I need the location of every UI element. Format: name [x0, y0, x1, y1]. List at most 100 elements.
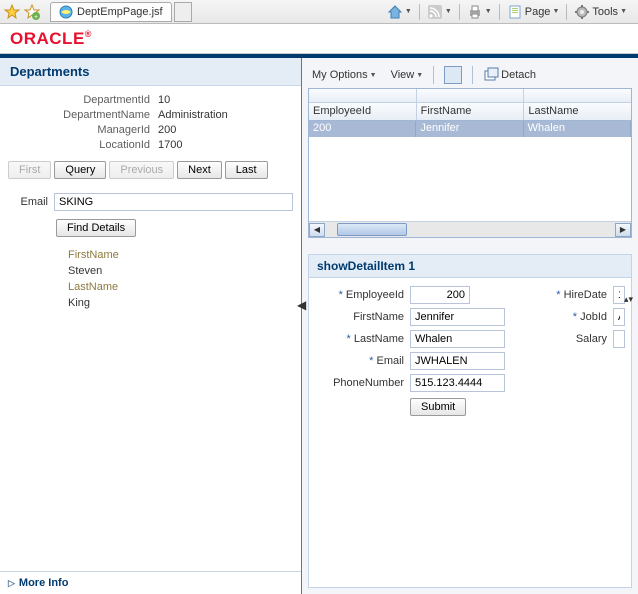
- table-toolbar: My Options ▼ View ▼ Detach: [308, 64, 632, 86]
- location-id-label: LocationId: [8, 139, 158, 151]
- print-button[interactable]: ▼: [464, 4, 495, 20]
- dept-id-value: 10: [158, 94, 293, 106]
- query-button[interactable]: Query: [54, 161, 106, 179]
- emp-id-label: EmployeeId: [346, 289, 404, 301]
- browser-toolbar: + DeptEmpPage.jsf ▼ ▼ ▼ Page ▼: [0, 0, 638, 24]
- manager-id-value: 200: [158, 124, 293, 136]
- grid-action-icon: [444, 66, 462, 84]
- more-info-label: More Info: [19, 577, 69, 589]
- tab-strip: DeptEmpPage.jsf: [44, 0, 380, 23]
- chevron-down-icon: ▼: [485, 8, 492, 15]
- employees-panel: ◀ My Options ▼ View ▼ Detach: [302, 58, 638, 594]
- last-name-label: LastName: [68, 279, 293, 295]
- departments-panel: Departments DepartmentId 10 DepartmentNa…: [0, 58, 302, 594]
- detach-button[interactable]: Detach: [479, 65, 540, 85]
- app-header: ORACLE® C: [0, 24, 638, 54]
- scroll-thumb[interactable]: [337, 223, 407, 236]
- table-header: EmployeeId FirstName LastName: [309, 103, 631, 121]
- previous-button[interactable]: Previous: [109, 161, 174, 179]
- submit-button[interactable]: Submit: [410, 398, 466, 416]
- manager-id-label: ManagerId: [8, 124, 158, 136]
- chevron-down-icon: ▼: [405, 8, 412, 15]
- col-last-name[interactable]: LastName: [524, 103, 631, 120]
- table-row[interactable]: 200 Jennifer Whalen: [309, 121, 631, 137]
- email-input[interactable]: [54, 193, 293, 211]
- main-content: Departments DepartmentId 10 DepartmentNa…: [0, 54, 638, 594]
- add-favorite-icon[interactable]: +: [24, 4, 40, 20]
- location-id-value: 1700: [158, 139, 293, 151]
- last-name-input[interactable]: [410, 330, 505, 348]
- dept-name-label: DepartmentName: [8, 109, 158, 121]
- detach-icon: [483, 67, 499, 83]
- nav-buttons: First Query Previous Next Last: [8, 161, 293, 179]
- first-name-value: Steven: [68, 263, 293, 279]
- phone-input[interactable]: [410, 374, 505, 392]
- first-name-label: FirstName: [68, 247, 293, 263]
- tab-title: DeptEmpPage.jsf: [77, 6, 163, 18]
- dept-name-value: Administration: [158, 109, 293, 121]
- last-button[interactable]: Last: [225, 161, 268, 179]
- found-details: FirstName Steven LastName King: [8, 247, 293, 311]
- cell-first-name: Jennifer: [416, 121, 523, 137]
- cell-last-name: Whalen: [524, 121, 631, 137]
- hire-date-label: HireDate: [564, 289, 607, 301]
- splitter-handle-icon[interactable]: ◀: [297, 298, 306, 312]
- favorite-star-icon[interactable]: [4, 4, 20, 20]
- email-form-input[interactable]: [410, 352, 505, 370]
- employees-table[interactable]: EmployeeId FirstName LastName 200 Jennif…: [308, 88, 632, 238]
- refresh-button[interactable]: [440, 64, 466, 86]
- next-button[interactable]: Next: [177, 161, 222, 179]
- chevron-down-icon: ▼: [370, 72, 377, 79]
- browser-tools: ▼ ▼ ▼ Page ▼ Tools ▼: [384, 4, 634, 20]
- first-name-form-label: FirstName: [353, 311, 404, 323]
- svg-text:+: +: [34, 14, 38, 20]
- tools-menu-label: Tools: [592, 6, 618, 18]
- job-id-label: JobId: [580, 311, 607, 323]
- find-details-button[interactable]: Find Details: [56, 219, 136, 237]
- my-options-menu[interactable]: My Options ▼: [308, 67, 381, 83]
- first-button[interactable]: First: [8, 161, 51, 179]
- col-first-name[interactable]: FirstName: [417, 103, 525, 120]
- salary-label: Salary: [576, 333, 607, 345]
- view-menu[interactable]: View ▼: [387, 67, 428, 83]
- disclosure-icon: ▷: [8, 578, 15, 589]
- departments-body: DepartmentId 10 DepartmentName Administr…: [0, 86, 301, 571]
- last-name-value: King: [68, 295, 293, 311]
- chevron-down-icon: ▼: [445, 8, 452, 15]
- last-name-form-label: LastName: [354, 333, 404, 345]
- job-id-input[interactable]: [613, 308, 625, 326]
- new-tab-button[interactable]: [174, 2, 192, 22]
- scroll-right-icon[interactable]: ▶: [615, 223, 631, 237]
- col-emp-id[interactable]: EmployeeId: [309, 103, 417, 120]
- employee-form: * EmployeeId * HireDate FirstName * JobI…: [308, 278, 632, 588]
- browser-tab[interactable]: DeptEmpPage.jsf: [50, 2, 172, 22]
- first-name-input[interactable]: [410, 308, 505, 326]
- departments-title: Departments: [0, 58, 301, 86]
- ie-page-icon: [59, 5, 73, 19]
- chevron-down-icon: ▼: [552, 8, 559, 15]
- salary-input[interactable]: [613, 330, 625, 348]
- feeds-button[interactable]: ▼: [424, 4, 455, 20]
- tools-menu[interactable]: Tools ▼: [571, 4, 630, 20]
- collapse-handle-icon[interactable]: ▴▾: [624, 294, 636, 306]
- home-button[interactable]: ▼: [384, 4, 415, 20]
- page-menu-label: Page: [525, 6, 551, 18]
- horizontal-scrollbar[interactable]: ◀ ▶: [309, 221, 631, 237]
- chevron-down-icon: ▼: [620, 8, 627, 15]
- department-fields: DepartmentId 10 DepartmentName Administr…: [8, 94, 293, 151]
- table-body: 200 Jennifer Whalen: [309, 121, 631, 221]
- email-label: Email: [8, 196, 48, 208]
- page-menu[interactable]: Page ▼: [504, 4, 563, 20]
- chevron-down-icon: ▼: [416, 72, 423, 79]
- cell-emp-id: 200: [309, 121, 416, 137]
- gear-icon: [574, 4, 590, 20]
- dept-id-label: DepartmentId: [8, 94, 158, 106]
- detail-tab-header[interactable]: showDetailItem 1: [308, 254, 632, 278]
- email-form-label: Email: [376, 355, 404, 367]
- more-info-disclosure[interactable]: ▷ More Info: [0, 571, 301, 594]
- phone-label: PhoneNumber: [333, 377, 404, 389]
- oracle-logo: ORACLE®: [10, 29, 92, 49]
- email-row: Email: [8, 193, 293, 211]
- emp-id-input[interactable]: [410, 286, 470, 304]
- scroll-left-icon[interactable]: ◀: [309, 223, 325, 237]
